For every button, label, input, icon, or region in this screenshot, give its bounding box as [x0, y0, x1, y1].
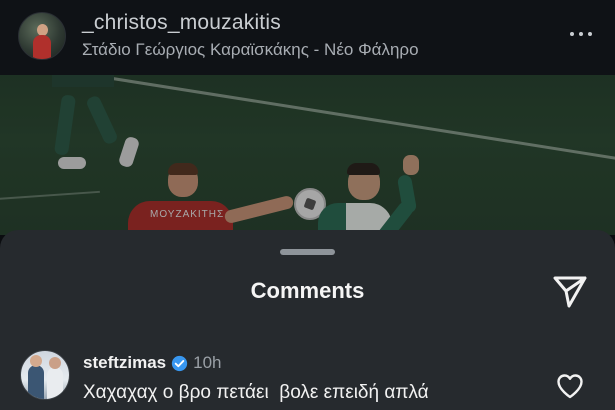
comments-sheet: Comments steftzimas 10h Χαχαχαχ ο βρο πε…	[0, 230, 615, 410]
avatar-figure	[33, 35, 51, 59]
instagram-post-view: _christos_mouzakitis Στάδιο Γεώργιος Καρ…	[0, 0, 615, 410]
heart-icon[interactable]	[556, 373, 584, 399]
more-horizontal-icon[interactable]	[566, 29, 596, 39]
post-header: _christos_mouzakitis Στάδιο Γεώργιος Καρ…	[0, 0, 615, 75]
verified-badge-icon	[171, 355, 188, 371]
send-icon[interactable]	[551, 272, 589, 310]
sheet-drag-handle[interactable]	[280, 249, 335, 255]
post-media-image[interactable]: ΜΟΥΖΑΚΙΤΗΣ	[0, 75, 615, 235]
comment-username[interactable]: steftzimas	[83, 353, 166, 373]
more-dot	[588, 32, 592, 36]
media-dim-overlay	[0, 75, 615, 235]
post-author-avatar[interactable]	[18, 12, 66, 60]
post-author-username[interactable]: _christos_mouzakitis	[82, 11, 281, 35]
post-location[interactable]: Στάδιο Γεώργιος Καραϊσκάκης - Νέο Φάληρο	[82, 40, 419, 60]
comment-meta: steftzimas 10h	[83, 353, 222, 373]
avatar-figure	[47, 367, 63, 399]
comment-author-avatar[interactable]	[20, 350, 70, 400]
more-dot	[579, 32, 583, 36]
avatar-head	[30, 355, 42, 367]
comment-text: Χαχαχαχ ο βρο πετάει βολε επειδή απλά	[83, 382, 429, 403]
avatar-head	[49, 357, 61, 369]
comment-timestamp: 10h	[193, 353, 222, 372]
comments-title: Comments	[250, 278, 365, 303]
avatar-figure	[28, 365, 44, 399]
more-dot	[570, 32, 574, 36]
